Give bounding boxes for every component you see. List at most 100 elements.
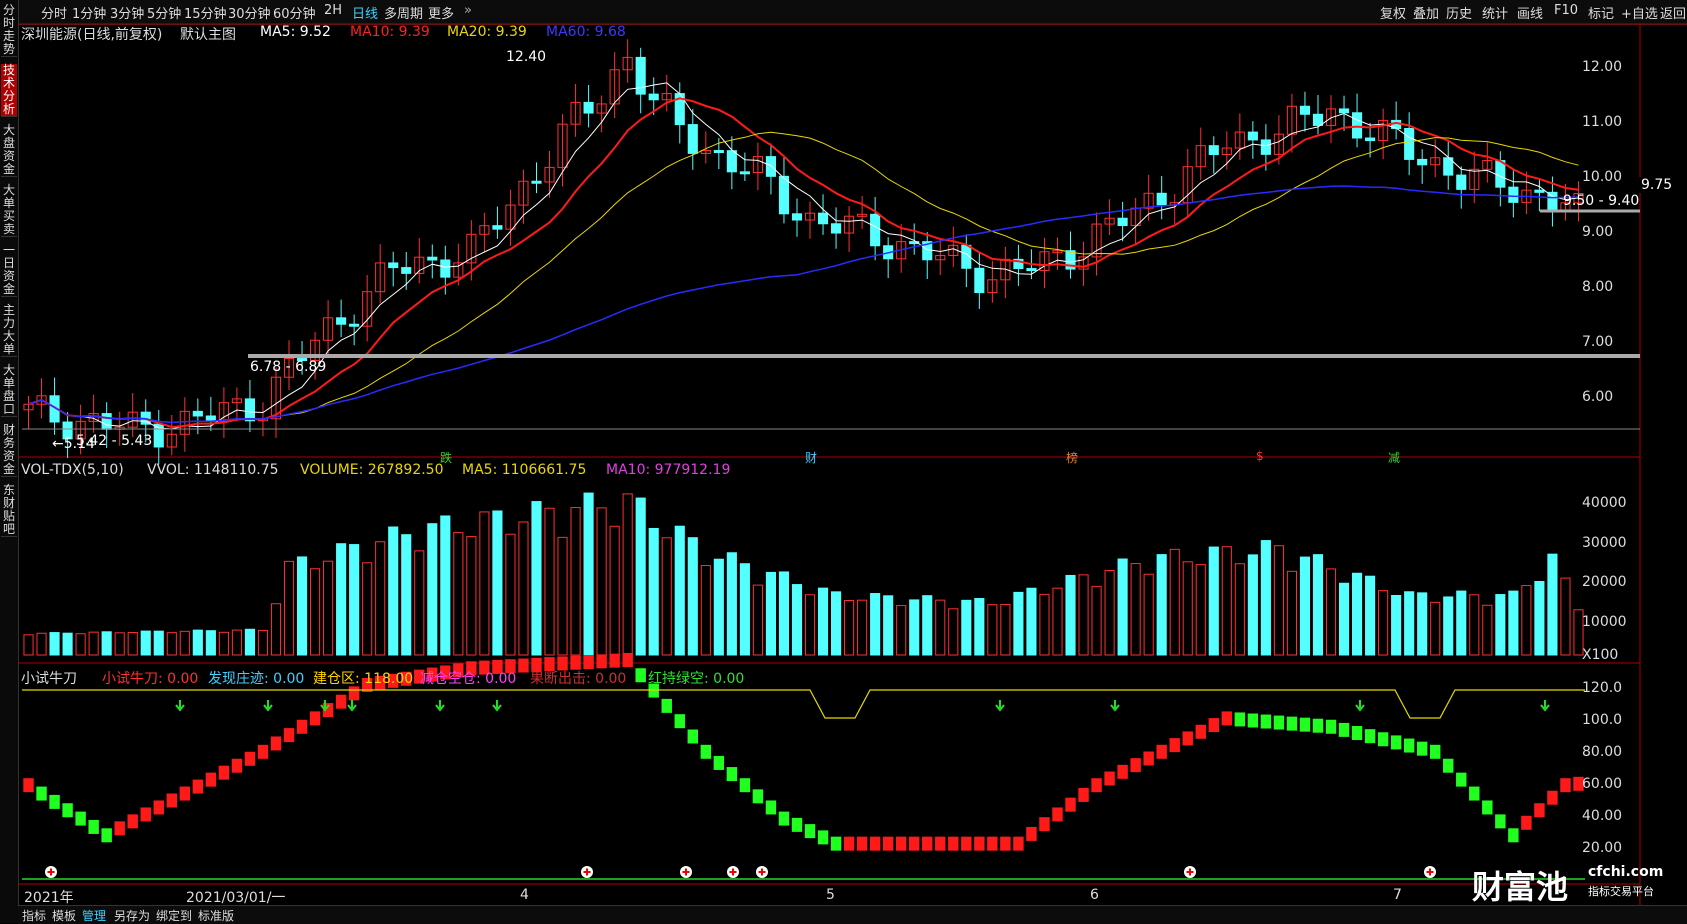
candle-body — [492, 225, 503, 230]
indicator-bar — [661, 698, 672, 713]
volume-bar — [1104, 569, 1115, 656]
indicator-bar — [713, 755, 725, 770]
volume-bar — [739, 563, 750, 656]
indicator-bar — [309, 711, 321, 726]
volume-bar — [205, 630, 216, 656]
volume-bar — [1495, 594, 1506, 656]
indicator-bar — [1364, 729, 1376, 744]
indicator-bar — [1117, 764, 1128, 779]
ma10-line — [28, 97, 1579, 429]
volume-bar — [1508, 590, 1519, 656]
candle-body — [1456, 174, 1467, 190]
volume-bar — [961, 599, 972, 656]
btn-bind-to[interactable]: 绑定到 — [156, 907, 192, 924]
indicator-bar — [635, 668, 646, 683]
watermark-logo: 财富池 cfchi.com 指标交易平台 — [1472, 862, 1687, 906]
volume-bar — [427, 523, 438, 656]
volume-bar — [648, 527, 659, 656]
volume-bar — [1195, 564, 1206, 656]
candle-body — [778, 175, 790, 215]
candle-body — [765, 156, 776, 177]
indicator-bar — [856, 836, 868, 851]
ma5-line — [28, 82, 1579, 430]
ind-axis-label: 40.00 — [1582, 808, 1623, 824]
indicator-bar — [1286, 716, 1298, 731]
candle-body — [531, 180, 542, 184]
volume-bar — [687, 537, 698, 656]
candle-body — [974, 267, 985, 294]
candle-body — [336, 317, 347, 325]
candle-body — [583, 101, 594, 114]
price-axis-label: 7.00 — [1582, 334, 1614, 350]
candle-body — [1417, 158, 1428, 166]
candle-body — [349, 323, 360, 327]
btn-template[interactable]: 模板 — [52, 907, 76, 924]
candle-body — [101, 413, 112, 430]
high-price-label: 12.40 — [506, 49, 547, 65]
indicator-bar — [1456, 772, 1467, 787]
volume-bar — [700, 565, 711, 656]
watermark-brand: 财富池 — [1472, 868, 1569, 906]
volume-bar — [1078, 574, 1089, 656]
indicator-bar — [1143, 751, 1154, 766]
indicator-bar — [1247, 713, 1259, 728]
volume-bar — [518, 521, 529, 656]
date-axis-label: 2021年 — [24, 890, 74, 906]
volume-bar — [765, 571, 776, 656]
volume-bar — [492, 510, 503, 656]
indicator-bar — [36, 786, 47, 801]
volume-bar — [1299, 556, 1311, 656]
ind-axis-label: 20.00 — [1582, 840, 1623, 856]
event-mark[interactable]: 减 — [1388, 449, 1400, 466]
indicator-bar — [1182, 731, 1193, 746]
btn-standard[interactable]: 标准版 — [198, 907, 234, 924]
volume-bar — [296, 556, 308, 656]
indicator-bar — [830, 836, 842, 851]
indicator-bar — [1351, 726, 1363, 741]
indicator-bar — [752, 789, 764, 804]
indicator-bar — [726, 767, 738, 782]
indicator-bar — [75, 811, 86, 826]
volume-bar — [778, 571, 790, 656]
volume-bar — [870, 593, 881, 656]
event-mark[interactable]: 财 — [805, 449, 817, 466]
event-mark[interactable]: 榜 — [1066, 449, 1078, 466]
date-axis-label: 5 — [826, 887, 835, 903]
volume-bar — [583, 492, 594, 656]
volume-bar — [336, 543, 347, 656]
candle-body — [739, 171, 750, 175]
volume-bar — [1156, 554, 1167, 656]
volume-bar — [752, 584, 763, 656]
event-mark[interactable]: $ — [1256, 449, 1264, 463]
indicator-bar — [909, 836, 920, 851]
volume-bar — [1039, 593, 1050, 656]
btn-indicator[interactable]: 指标 — [22, 907, 46, 924]
indicator-bar — [127, 814, 138, 829]
price-axis-label: 6.00 — [1582, 389, 1614, 405]
volume-bar — [1026, 587, 1037, 656]
indicator-bar — [1430, 744, 1441, 759]
indicator-bar — [1130, 758, 1141, 773]
btn-manage[interactable]: 管理 — [82, 907, 106, 924]
volume-bar — [127, 632, 138, 656]
indicator-bar — [1065, 797, 1076, 812]
indicator-bar — [843, 836, 855, 851]
indicator-bar — [922, 836, 933, 851]
volume-bar — [1456, 590, 1467, 656]
signal-arrow — [1540, 700, 1550, 712]
indicator-bar — [1325, 719, 1337, 734]
candle-body — [1117, 217, 1128, 227]
indicator-bar — [1338, 722, 1350, 737]
volume-bar — [791, 584, 803, 656]
volume-bar — [726, 552, 737, 656]
btn-save-as[interactable]: 另存为 — [114, 907, 150, 924]
volume-bar — [75, 633, 86, 656]
volume-bar — [101, 631, 112, 656]
ind-axis-label: 100.0 — [1582, 712, 1623, 728]
volume-bar — [896, 605, 907, 656]
indicator-bar — [869, 836, 881, 851]
signal-arrow — [995, 700, 1005, 712]
indicator-bar — [948, 836, 959, 851]
volume-bar — [596, 507, 607, 656]
vol-ma5-value: MA5: 1106661.75 — [462, 462, 587, 478]
